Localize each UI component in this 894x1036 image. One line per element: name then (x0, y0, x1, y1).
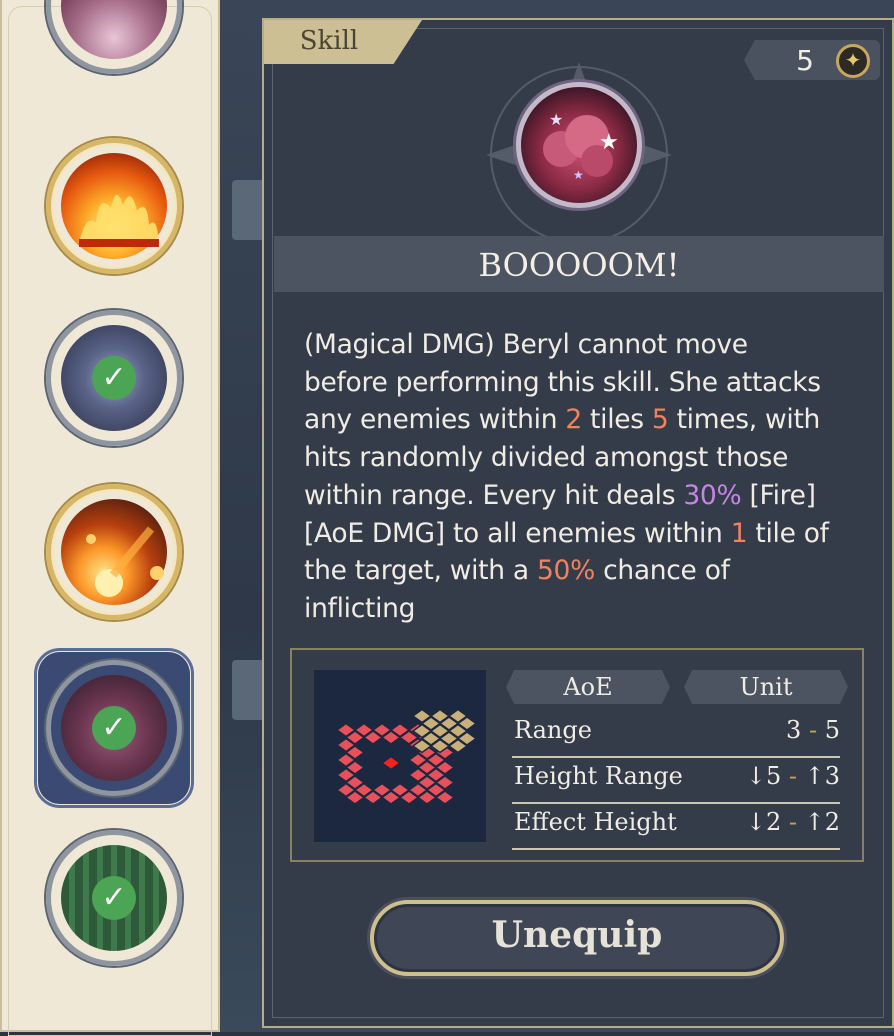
skill-slot-wind-blade[interactable]: ✓ (46, 830, 182, 966)
skill-slot-explosion[interactable]: ✓ (46, 660, 182, 796)
value-highlight: 50% (536, 555, 595, 587)
skill-detail-panel: Skill 5 ✦ ★ ★ ★ BOOOOOM! (Magical DMG) B… (262, 18, 894, 1028)
stat-row-effect-height: Effect Height ↓2 - ↑2 (512, 804, 840, 850)
skill-slot-meteor[interactable] (46, 484, 182, 620)
skill-sidebar: Skill ✓ ✓ (0, 0, 220, 1036)
skill-explosion-icon: ★ ★ ★ (516, 82, 642, 208)
unit-header: Unit (684, 670, 848, 704)
skill-stats-box: AoE Unit Range 3 - 5 Height Range ↓5 - ↑… (290, 648, 864, 862)
equipped-check-icon: ✓ (92, 706, 136, 750)
unequip-button[interactable]: Unequip (370, 900, 784, 976)
svg-text:★: ★ (549, 110, 563, 129)
star-coin-icon: ✦ (836, 44, 870, 78)
svg-text:★: ★ (573, 168, 584, 182)
value-highlight: 30% (683, 479, 742, 511)
pink-orb-icon (61, 0, 167, 59)
skill-cost-value: 5 (796, 44, 814, 77)
value-highlight: 2 (565, 404, 582, 436)
stat-row-height-range: Height Range ↓5 - ↑3 (512, 758, 840, 804)
skill-description: (Magical DMG) Beryl cannot move before p… (304, 329, 829, 624)
stat-row-range: Range 3 - 5 (512, 712, 840, 758)
meteor-icon (61, 499, 167, 605)
aoe-range-grid (314, 670, 486, 842)
skill-name: BOOOOOM! (478, 246, 680, 284)
skill-slot-fire[interactable] (46, 138, 182, 274)
svg-text:★: ★ (599, 130, 619, 155)
value-highlight: 1 (730, 517, 748, 549)
value-highlight: 5 (651, 404, 669, 436)
skill-slot-whirlwind[interactable]: ✓ (46, 310, 182, 446)
fire-icon (61, 153, 167, 259)
skill-tab-label: Skill (299, 26, 359, 56)
aoe-header: AoE (506, 670, 670, 704)
aoe-tile (380, 755, 402, 771)
skill-slot-pink-orb[interactable] (46, 0, 182, 74)
equipped-check-icon: ✓ (92, 876, 136, 920)
equipped-check-icon: ✓ (92, 356, 136, 400)
unequip-label: Unequip (491, 914, 663, 956)
